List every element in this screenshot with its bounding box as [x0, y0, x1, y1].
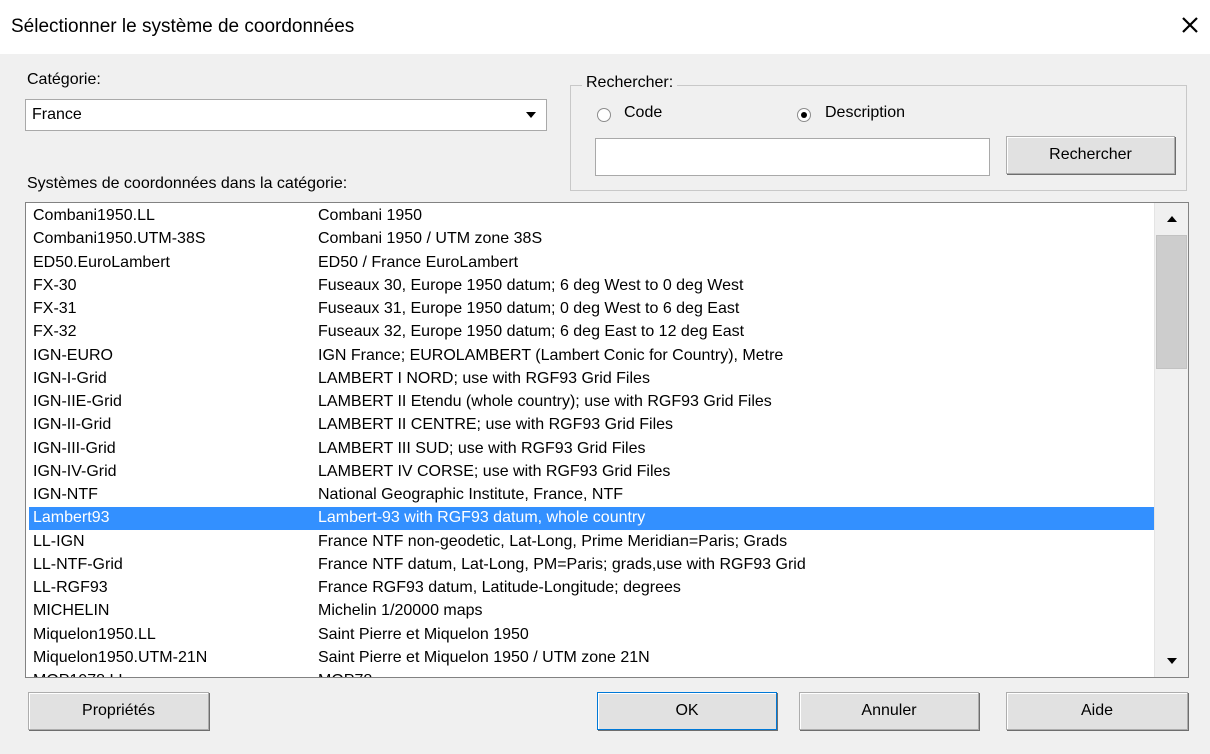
search-button[interactable]: Rechercher: [1006, 136, 1175, 174]
help-button[interactable]: Aide: [1006, 692, 1188, 730]
arrow-down-icon: [1166, 652, 1178, 670]
chevron-down-icon[interactable]: [520, 103, 542, 127]
list-item-description: Combani 1950 / UTM zone 38S: [318, 230, 543, 248]
list-item[interactable]: FX-30 Fuseaux 30, Europe 1950 datum; 6 de…: [29, 275, 1155, 298]
radio-description[interactable]: [797, 108, 811, 122]
list-item[interactable]: IGN-NTF National Geographic Institute, Fr…: [29, 484, 1155, 507]
list-item-description: Fuseaux 32, Europe 1950 datum; 6 deg Eas…: [318, 323, 745, 341]
list-item-code: Combani1950.LL: [33, 207, 155, 224]
list-item[interactable]: IGN-IIE-Grid LAMBERT II Etendu (whole cou…: [29, 391, 1155, 414]
list-item[interactable]: Combani1950.LL Combani 1950: [29, 205, 1155, 228]
cancel-button[interactable]: Annuler: [799, 692, 979, 730]
list-item-description: MOP78: [318, 672, 372, 677]
radio-code[interactable]: [597, 108, 611, 122]
list-item[interactable]: FX-32 Fuseaux 32, Europe 1950 datum; 6 de…: [29, 321, 1155, 344]
list-item-code: LL-IGN: [33, 532, 85, 550]
list-item-description: Fuseaux 30, Europe 1950 datum; 6 deg Wes…: [318, 276, 744, 294]
list-item-code: Combani1950.UTM-38S: [33, 230, 206, 248]
list-item[interactable]: IGN-II-Grid LAMBERT II CENTRE; use with R…: [29, 414, 1155, 437]
list-item-code: MOP1978.LL: [33, 672, 127, 677]
list-item-description: LAMBERT IV CORSE; use with RGF93 Grid Fi…: [318, 462, 671, 480]
list-item[interactable]: IGN-EURO IGN France; EUROLAMBERT (Lambert…: [29, 345, 1155, 368]
scrollbar-thumb[interactable]: [1156, 235, 1187, 369]
list-item[interactable]: Miquelon1950.LL Saint Pierre et Miquelon …: [29, 624, 1155, 647]
arrow-up-icon: [1166, 210, 1178, 228]
list-item-code: FX-32: [33, 323, 77, 341]
list-item-code: ED50.EuroLambert: [33, 253, 170, 271]
list-item-description: LAMBERT II Etendu (whole country); use w…: [318, 393, 772, 410]
coordinate-systems-list[interactable]: Combani1950.LL Combani 1950 Combani1950.UT…: [25, 202, 1189, 678]
list-item-code: IGN-IIE-Grid: [33, 393, 122, 410]
list-rows: Combani1950.LL Combani 1950 Combani1950.UT…: [26, 203, 1156, 677]
window-title: Sélectionner le système de coordonnées: [11, 16, 355, 37]
list-item-code: LL-RGF93: [33, 579, 108, 596]
properties-button[interactable]: Propriétés: [28, 692, 209, 730]
list-item[interactable]: Combani1950.UTM-38S Combani 1950 / UTM zo…: [29, 228, 1155, 251]
list-item-code: Lambert93: [33, 509, 110, 527]
list-item-code: FX-31: [33, 300, 77, 317]
list-item-description: Lambert-93 with RGF93 datum, whole count…: [318, 509, 646, 527]
scroll-up-button[interactable]: [1155, 204, 1188, 234]
radio-code-label[interactable]: Code: [624, 104, 662, 122]
list-item-code: IGN-III-Grid: [33, 439, 116, 457]
list-item[interactable]: IGN-IV-Grid LAMBERT IV CORSE; use with RG…: [29, 461, 1155, 484]
search-input[interactable]: [595, 138, 990, 176]
list-item-description: France NTF datum, Lat-Long, PM=Paris; gr…: [318, 555, 806, 573]
list-item-code: MICHELIN: [33, 602, 110, 620]
list-item-description: France NTF non-geodetic, Lat-Long, Prime…: [318, 532, 788, 550]
list-item-code: IGN-IV-Grid: [33, 462, 117, 480]
list-item-description: Combani 1950: [318, 207, 423, 224]
list-item-description: Michelin 1/20000 maps: [318, 602, 483, 620]
list-item-code: IGN-I-Grid: [33, 369, 107, 387]
list-item[interactable]: IGN-I-Grid LAMBERT I NORD; use with RGF93…: [29, 368, 1155, 391]
list-item-code: IGN-II-Grid: [33, 416, 112, 434]
list-item[interactable]: LL-NTF-Grid France NTF datum, Lat-Long, P…: [29, 554, 1155, 577]
list-item-code: Miquelon1950.UTM-21N: [33, 648, 208, 666]
list-item-code: LL-NTF-Grid: [33, 555, 123, 573]
radio-description-circle[interactable]: [797, 108, 811, 122]
radio-description-label[interactable]: Description: [825, 104, 905, 122]
list-item-description: France RGF93 datum, Latitude-Longitude; …: [318, 579, 681, 596]
list-item-description: ED50 / France EuroLambert: [318, 253, 519, 271]
radio-code-circle[interactable]: [597, 108, 611, 122]
close-icon: [1180, 15, 1200, 40]
list-item[interactable]: ED50.EuroLambert ED50 / France EuroLamber…: [29, 252, 1155, 275]
list-label: Systèmes de coordonnées dans la catégori…: [27, 175, 348, 192]
list-item[interactable]: MOP1978.LL MOP78: [29, 670, 1155, 677]
list-item-code: IGN-NTF: [33, 486, 98, 503]
list-item[interactable]: LL-RGF93 France RGF93 datum, Latitude-Lon…: [29, 577, 1155, 600]
list-item-description: IGN France; EUROLAMBERT (Lambert Conic f…: [318, 346, 784, 364]
list-item-code: FX-30: [33, 276, 77, 294]
list-item-description: Saint Pierre et Miquelon 1950: [318, 625, 529, 643]
list-item-description: LAMBERT III SUD; use with RGF93 Grid Fil…: [318, 439, 646, 457]
list-item[interactable]: FX-31 Fuseaux 31, Europe 1950 datum; 0 de…: [29, 298, 1155, 321]
list-item[interactable]: MICHELIN Michelin 1/20000 maps: [29, 600, 1155, 623]
list-item[interactable]: IGN-III-Grid LAMBERT III SUD; use with RG…: [29, 438, 1155, 461]
list-item-code: IGN-EURO: [33, 346, 113, 364]
list-item-description: Saint Pierre et Miquelon 1950 / UTM zone…: [318, 648, 650, 666]
list-item-description: LAMBERT II CENTRE; use with RGF93 Grid F…: [318, 416, 674, 434]
vertical-scrollbar[interactable]: [1154, 203, 1188, 677]
radio-selected-dot: [801, 112, 807, 118]
list-item[interactable]: LL-IGN France NTF non-geodetic, Lat-Long,…: [29, 531, 1155, 554]
list-item[interactable]: Lambert93 Lambert-93 with RGF93 datum, wh…: [29, 507, 1155, 531]
list-item-description: Fuseaux 31, Europe 1950 datum; 0 deg Wes…: [318, 300, 740, 317]
category-label: Catégorie:: [27, 71, 101, 88]
list-item[interactable]: Miquelon1950.UTM-21N Saint Pierre et Miqu…: [29, 647, 1155, 670]
ok-button[interactable]: OK: [597, 692, 777, 730]
scroll-down-button[interactable]: [1155, 646, 1188, 676]
category-selected-value: France: [32, 106, 82, 123]
list-item-code: Miquelon1950.LL: [33, 625, 156, 643]
category-select[interactable]: France: [25, 99, 547, 131]
search-legend: Rechercher:: [582, 74, 678, 92]
close-button[interactable]: [1177, 14, 1203, 40]
list-item-description: National Geographic Institute, France, N…: [318, 486, 624, 503]
list-item-description: LAMBERT I NORD; use with RGF93 Grid File…: [318, 369, 650, 387]
